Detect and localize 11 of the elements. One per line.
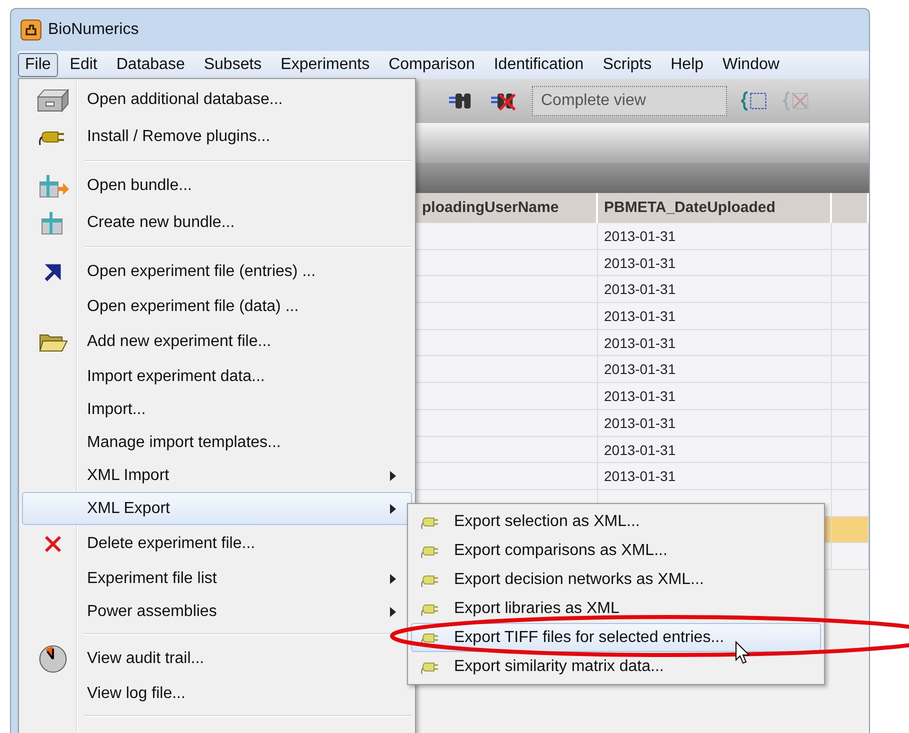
table-cell: 2013-01-31 [604,468,676,484]
table-cell: 2013-01-31 [604,414,676,431]
table-cell: 2013-01-31 [604,442,676,458]
table-cell: 2013-01-31 [604,334,676,351]
window-title: BioNumerics [48,21,139,39]
table-cell: 2013-01-31 [604,388,676,404]
table-cell: 2013-01-31 [604,254,676,271]
table-cell: 2013-01-31 [604,281,676,298]
table-cell: 2013-01-31 [604,228,676,244]
table-cell: 2013-01-31 [604,308,676,324]
table-cell: 2013-01-31 [604,361,676,378]
